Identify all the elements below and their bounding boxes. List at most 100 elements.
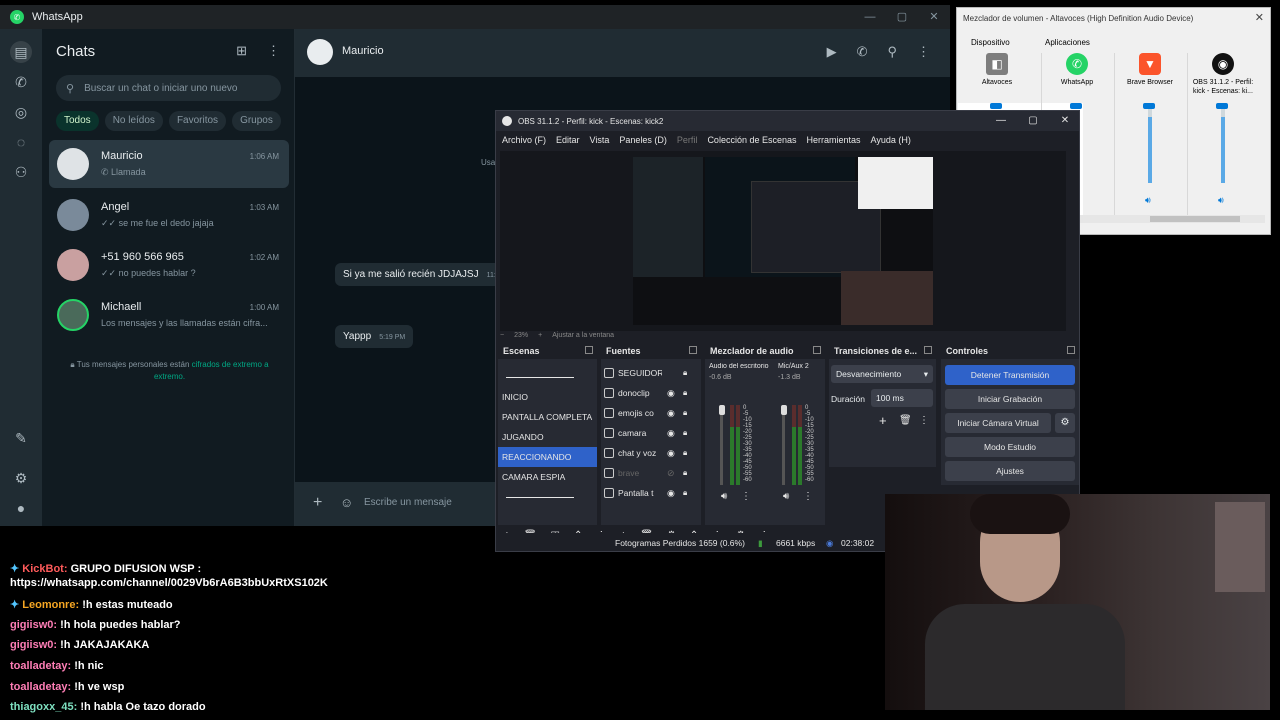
trash-icon[interactable]: 🗑︎	[899, 415, 912, 426]
settings-button[interactable]: Ajustes	[945, 461, 1075, 481]
scene-item[interactable]: INICIO	[498, 387, 597, 407]
search-input[interactable]: ⚲ Buscar un chat o iniciar uno nuevo	[56, 75, 281, 101]
source-item[interactable]: camara ◉ 🔒︎	[601, 423, 701, 443]
filter-groups[interactable]: Grupos	[232, 111, 281, 131]
dock-float-icon[interactable]	[585, 346, 593, 354]
video-call-icon[interactable]: ▶	[827, 44, 837, 60]
menu-dots-icon[interactable]: ⋮	[803, 491, 813, 502]
filter-unread[interactable]: No leídos	[104, 111, 163, 131]
minimize-icon[interactable]: —	[854, 5, 886, 29]
new-chat-icon[interactable]: ⊞	[236, 43, 247, 59]
calls-icon[interactable]: ✆	[10, 71, 32, 93]
source-item[interactable]: chat y voz ◉ 🔒︎	[601, 443, 701, 463]
dock-float-icon[interactable]	[813, 346, 821, 354]
lock-icon[interactable]: 🔒︎	[683, 383, 687, 403]
chat-item[interactable]: Michaell 1:00 AM Los mensajes y las llam…	[49, 291, 289, 339]
mute-icon[interactable]: 🔊︎	[783, 491, 789, 502]
scene-item[interactable]: CAMARA ESPIA	[498, 467, 597, 487]
scene-item[interactable]: PANTALLA COMPLETA	[498, 407, 597, 427]
close-icon[interactable]: ✕	[1255, 11, 1264, 24]
filter-all[interactable]: Todos	[56, 111, 99, 131]
zoom-out-icon[interactable]: −	[500, 332, 504, 339]
source-item[interactable]: SEGUIDOR 🔒︎	[601, 363, 701, 383]
status-icon[interactable]: ◎	[10, 101, 32, 123]
filter-favorites[interactable]: Favoritos	[168, 111, 227, 131]
maximize-icon[interactable]: ▢	[1017, 111, 1049, 131]
volume-track[interactable]	[1221, 105, 1225, 183]
speaker-icon[interactable]: 🔊︎	[1218, 195, 1224, 206]
menu-dots-icon[interactable]: ⋮	[919, 415, 929, 426]
volume-fader[interactable]	[720, 405, 723, 485]
communities-icon[interactable]: ⚇	[10, 161, 32, 183]
sticker-icon[interactable]: ☺	[340, 495, 353, 510]
visibility-icon[interactable]: ◉	[667, 403, 675, 423]
maximize-icon[interactable]: ▢	[886, 5, 918, 29]
menu-dots-icon[interactable]: ⋮	[267, 43, 280, 59]
attach-icon[interactable]: +	[313, 494, 322, 512]
lock-icon[interactable]: 🔒︎	[683, 403, 687, 423]
scene-item-selected[interactable]: REACCIONANDO	[498, 447, 597, 467]
volume-slider[interactable]	[1143, 103, 1155, 109]
channels-icon[interactable]: ◌	[10, 131, 32, 153]
message-input[interactable]: Escribe un mensaje	[364, 497, 452, 508]
volume-slider[interactable]	[1216, 103, 1228, 109]
starred-messages-icon[interactable]: ✎	[10, 427, 32, 449]
mute-icon[interactable]: 🔊︎	[721, 491, 727, 502]
source-item[interactable]: emojis co ◉ 🔒︎	[601, 403, 701, 423]
duration-input[interactable]: 100 ms	[871, 389, 933, 407]
studio-mode-button[interactable]: Modo Estudio	[945, 437, 1075, 457]
avatar[interactable]	[307, 39, 333, 65]
source-item[interactable]: brave ⊘ 🔒︎	[601, 463, 701, 483]
search-icon[interactable]: ⚲	[887, 44, 897, 60]
lock-icon[interactable]: 🔒︎	[683, 443, 687, 463]
profile-icon[interactable]: ●	[10, 497, 32, 519]
fit-window[interactable]: Ajustar a la ventana	[552, 332, 614, 339]
speaker-icon[interactable]: 🔊︎	[1145, 195, 1151, 206]
menu-file[interactable]: Archivo (F)	[502, 135, 546, 145]
stop-streaming-button[interactable]: Detener Transmisión	[945, 365, 1075, 385]
fader-handle[interactable]	[781, 405, 787, 415]
visibility-icon[interactable]: ◉	[667, 383, 675, 403]
dock-float-icon[interactable]	[689, 346, 697, 354]
close-icon[interactable]: ✕	[918, 5, 950, 29]
menu-view[interactable]: Vista	[590, 135, 610, 145]
chat-item[interactable]: Mauricio 1:06 AM ✆ Llamada	[49, 140, 289, 188]
settings-icon[interactable]: ⚙	[10, 467, 32, 489]
add-icon[interactable]: +	[879, 413, 887, 428]
transition-select[interactable]: Desvanecimiento ▾	[831, 365, 933, 383]
zoom-in-icon[interactable]: +	[538, 332, 542, 339]
voice-call-icon[interactable]: ✆	[857, 44, 868, 60]
volume-track[interactable]	[1148, 105, 1152, 183]
horizontal-scrollbar[interactable]	[1080, 215, 1265, 223]
menu-dots-icon[interactable]: ⋮	[917, 44, 930, 60]
source-item[interactable]: donoclip ◉ 🔒︎	[601, 383, 701, 403]
gear-icon[interactable]: ⚙	[1055, 413, 1075, 433]
menu-docks[interactable]: Paneles (D)	[619, 135, 667, 145]
source-item[interactable]: Pantalla t ◉ 🔒︎	[601, 483, 701, 503]
contact-name[interactable]: Mauricio	[342, 45, 384, 57]
menu-scene-collection[interactable]: Colección de Escenas	[707, 135, 796, 145]
lock-icon[interactable]: 🔒︎	[683, 363, 687, 383]
lock-icon[interactable]: 🔒︎	[683, 463, 687, 483]
start-virtual-camera-button[interactable]: Iniciar Cámara Virtual	[945, 413, 1051, 433]
menu-profile[interactable]: Perfil	[677, 135, 698, 145]
lock-icon[interactable]: 🔒︎	[683, 423, 687, 443]
visibility-icon[interactable]: ◉	[667, 423, 675, 443]
volume-slider[interactable]	[1070, 103, 1082, 109]
lock-icon[interactable]: 🔒︎	[683, 483, 687, 503]
chat-item[interactable]: +51 960 566 965 1:02 AM ✓✓ no puedes hab…	[49, 241, 289, 289]
menu-edit[interactable]: Editar	[556, 135, 580, 145]
menu-dots-icon[interactable]: ⋮	[741, 491, 751, 502]
scene-item[interactable]: JUGANDO	[498, 427, 597, 447]
visibility-icon[interactable]: ◉	[667, 443, 675, 463]
volume-fader[interactable]	[782, 405, 785, 485]
chats-icon[interactable]: ▤	[10, 41, 32, 63]
hidden-icon[interactable]: ⊘	[667, 463, 675, 483]
volume-slider[interactable]	[990, 103, 1002, 109]
visibility-icon[interactable]: ◉	[667, 483, 675, 503]
close-icon[interactable]: ✕	[1049, 111, 1079, 131]
fader-handle[interactable]	[719, 405, 725, 415]
start-recording-button[interactable]: Iniciar Grabación	[945, 389, 1075, 409]
menu-tools[interactable]: Herramientas	[807, 135, 861, 145]
stream-preview[interactable]	[633, 157, 933, 325]
